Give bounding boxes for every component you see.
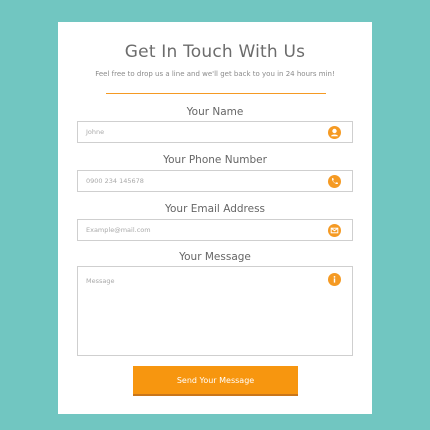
info-icon [328,273,341,286]
message-placeholder: Message [86,277,115,285]
email-field[interactable]: Example@mail.com [77,219,353,241]
name-placeholder: Johne [86,128,105,136]
email-placeholder: Example@mail.com [86,226,151,234]
title-divider [106,93,326,94]
email-label: Your Email Address [164,203,266,215]
message-label: Your Message [179,251,251,263]
phone-placeholder: 0900 234 145678 [86,177,144,185]
contact-form-card: Get In Touch With Us Feel free to drop u… [58,22,372,414]
name-field[interactable]: Johne [77,121,353,143]
envelope-icon [328,224,341,237]
name-label: Your Name [186,106,244,118]
form-title: Get In Touch With Us [124,42,306,62]
phone-field[interactable]: 0900 234 145678 [77,170,353,192]
phone-label: Your Phone Number [163,154,267,166]
send-message-button[interactable]: Send Your Message [133,366,298,394]
message-textarea[interactable]: Message [77,266,353,356]
user-icon [328,126,341,139]
form-subtitle: Feel free to drop us a line and we'll ge… [95,70,335,78]
phone-icon [328,175,341,188]
